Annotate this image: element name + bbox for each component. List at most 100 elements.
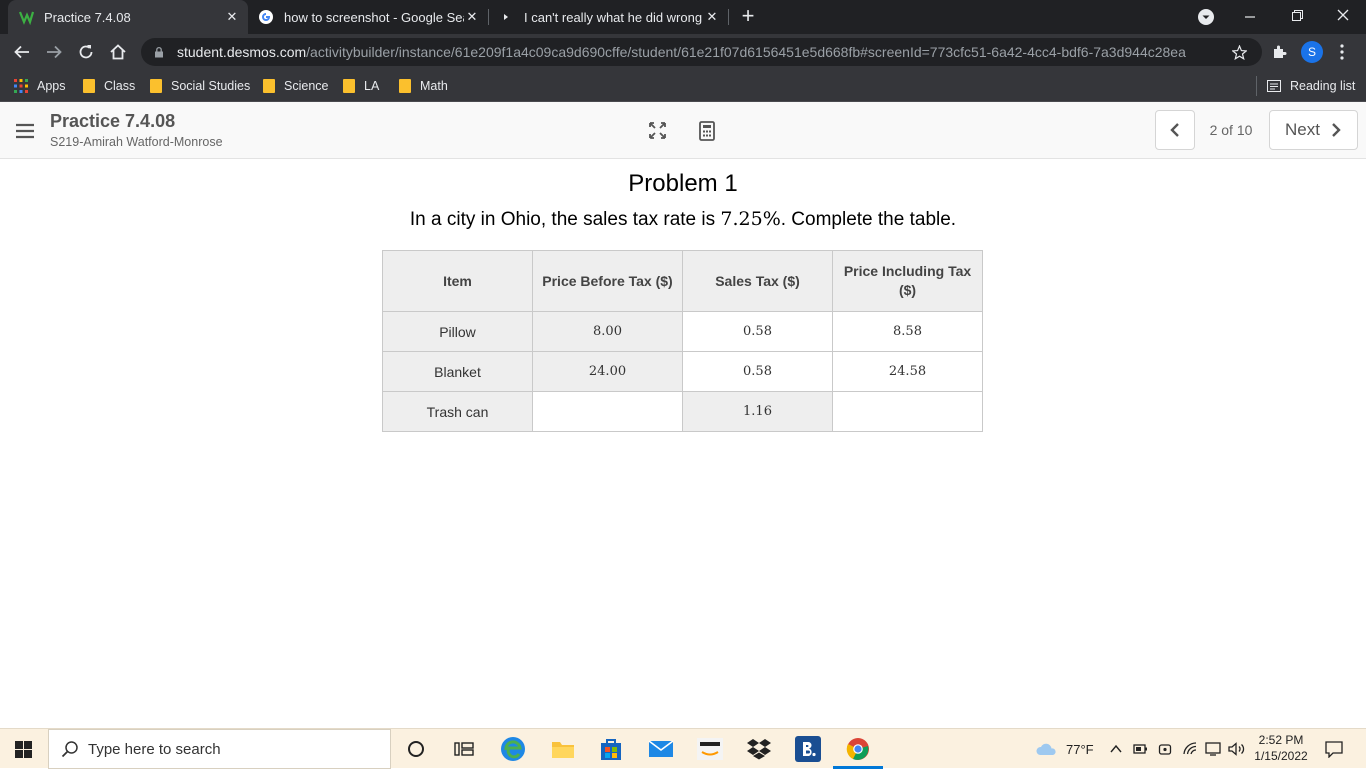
reading-list-label: Reading list: [1290, 79, 1356, 93]
weather-cloud-icon[interactable]: [1035, 741, 1057, 757]
reload-button[interactable]: [72, 38, 100, 66]
meet-now-icon[interactable]: [1158, 742, 1172, 756]
tab-search-button[interactable]: [1198, 9, 1214, 25]
input-price-including-tax[interactable]: 24.58: [832, 351, 983, 392]
window-close-icon[interactable]: [1336, 8, 1350, 22]
chevron-up-icon[interactable]: [1110, 744, 1122, 753]
battery-icon[interactable]: [1133, 743, 1148, 755]
close-icon[interactable]: ✕: [224, 9, 240, 25]
chevron-left-icon: [1170, 123, 1179, 137]
next-button[interactable]: Next: [1269, 110, 1358, 150]
store-button[interactable]: [598, 736, 624, 762]
fullscreen-icon[interactable]: [649, 122, 666, 139]
store-icon: [601, 739, 621, 760]
dropbox-button[interactable]: [746, 736, 772, 762]
windows-start-icon[interactable]: [15, 741, 32, 758]
bookmark-science[interactable]: Science: [263, 76, 328, 96]
wifi-icon[interactable]: [1182, 742, 1198, 756]
forward-button[interactable]: [40, 38, 68, 66]
table-header-row: Item Price Before Tax ($) Sales Tax ($) …: [382, 250, 983, 312]
task-view-icon: [454, 742, 474, 756]
problem-text-before: In a city in Ohio, the sales tax rate is: [409, 209, 721, 230]
network-icon[interactable]: [1205, 742, 1221, 756]
home-button[interactable]: [104, 38, 132, 66]
mail-button[interactable]: [648, 736, 674, 762]
search-placeholder: Type here to search: [88, 740, 221, 758]
bookmark-apps[interactable]: Apps: [14, 76, 66, 96]
star-icon[interactable]: [1232, 45, 1247, 60]
table-row: Trash can 1.16: [382, 391, 983, 432]
folder-icon: [343, 79, 355, 93]
task-view-button[interactable]: [451, 736, 477, 762]
chrome-icon: [846, 738, 869, 760]
folder-icon: [263, 79, 275, 93]
chevron-right-icon: [1332, 123, 1341, 137]
bookmark-la[interactable]: LA: [343, 76, 379, 96]
apps-grid-icon: [14, 79, 28, 93]
lock-icon[interactable]: [153, 46, 165, 58]
taskbar-search-box[interactable]: Type here to search: [48, 729, 391, 769]
bookmark-label: Social Studies: [171, 79, 251, 93]
bookmark-label: LA: [364, 79, 380, 93]
new-tab-button[interactable]: +: [737, 5, 759, 27]
clock[interactable]: 2:52 PM 1/15/2022: [1252, 732, 1310, 764]
problem-title: Problem 1: [628, 170, 738, 197]
cortana-button[interactable]: [403, 736, 429, 762]
amazon-button[interactable]: [697, 736, 723, 762]
tab-label: Practice 7.4.08: [44, 9, 131, 25]
more-vert-icon[interactable]: [1340, 44, 1344, 60]
chrome-taskbar-button[interactable]: [845, 736, 871, 762]
student-name: S219-Amirah Watford-Monrose: [50, 135, 223, 149]
cell-item: Trash can: [382, 391, 533, 432]
column-header-price-before-tax: Price Before Tax ($): [532, 250, 683, 312]
input-price-including-tax[interactable]: 8.58: [832, 311, 983, 352]
url-host: student.desmos.com: [177, 44, 307, 60]
hamburger-menu-icon[interactable]: [16, 123, 34, 139]
bookmark-class[interactable]: Class: [83, 76, 135, 96]
bookmark-label: Science: [284, 79, 329, 93]
arrow-left-icon: [14, 45, 29, 59]
tab-practice[interactable]: Practice 7.4.08 ✕: [8, 0, 248, 34]
input-price-before-tax[interactable]: [532, 391, 683, 432]
restore-icon[interactable]: [1290, 8, 1304, 22]
folder-icon: [399, 79, 411, 93]
folder-explorer-icon: [552, 742, 574, 758]
file-explorer-button[interactable]: [550, 736, 576, 762]
bookmark-divider: [1256, 76, 1257, 96]
bookmark-label: Math: [420, 79, 448, 93]
notifications-icon[interactable]: [1325, 741, 1343, 758]
amazon-icon: [697, 738, 723, 760]
close-icon[interactable]: ✕: [464, 9, 480, 25]
input-price-including-tax[interactable]: [832, 391, 983, 432]
tab-question[interactable]: I can't really what he did wrong ( ✕: [488, 0, 728, 34]
close-icon[interactable]: ✕: [704, 9, 720, 25]
calculator-icon[interactable]: [699, 121, 715, 141]
folder-icon: [83, 79, 95, 93]
bookmark-math[interactable]: Math: [399, 76, 448, 96]
reading-list-icon: [1267, 80, 1281, 92]
sales-tax-table: Item Price Before Tax ($) Sales Tax ($) …: [382, 250, 983, 432]
previous-screen-button[interactable]: [1155, 110, 1195, 150]
browser-tab-strip: Practice 7.4.08 ✕ how to screenshot - Go…: [0, 0, 1366, 34]
volume-icon[interactable]: [1228, 742, 1246, 756]
search-icon: [61, 741, 78, 758]
tab-google-search[interactable]: how to screenshot - Google Sear ✕: [248, 0, 488, 34]
input-sales-tax[interactable]: 0.58: [682, 311, 833, 352]
input-sales-tax[interactable]: 0.58: [682, 351, 833, 392]
edge-taskbar-button[interactable]: [500, 736, 526, 762]
column-header-sales-tax: Sales Tax ($): [682, 250, 833, 312]
site-icon: [504, 14, 508, 20]
cell-price-before-tax: 8.00: [532, 311, 683, 352]
minimize-icon[interactable]: [1243, 10, 1257, 24]
activity-header: Practice 7.4.08 S219-Amirah Watford-Monr…: [0, 102, 1366, 159]
address-bar[interactable]: student.desmos.com/activitybuilder/insta…: [141, 38, 1262, 66]
weather-temperature[interactable]: 77°F: [1066, 729, 1094, 769]
dropbox-icon: [747, 739, 771, 760]
booking-button[interactable]: [795, 736, 821, 762]
extensions-icon[interactable]: [1271, 44, 1287, 60]
reading-list-button[interactable]: Reading list: [1267, 76, 1355, 96]
back-button[interactable]: [8, 38, 36, 66]
profile-avatar[interactable]: S: [1301, 41, 1323, 63]
cortana-icon: [408, 741, 424, 757]
bookmark-social-studies[interactable]: Social Studies: [150, 76, 250, 96]
